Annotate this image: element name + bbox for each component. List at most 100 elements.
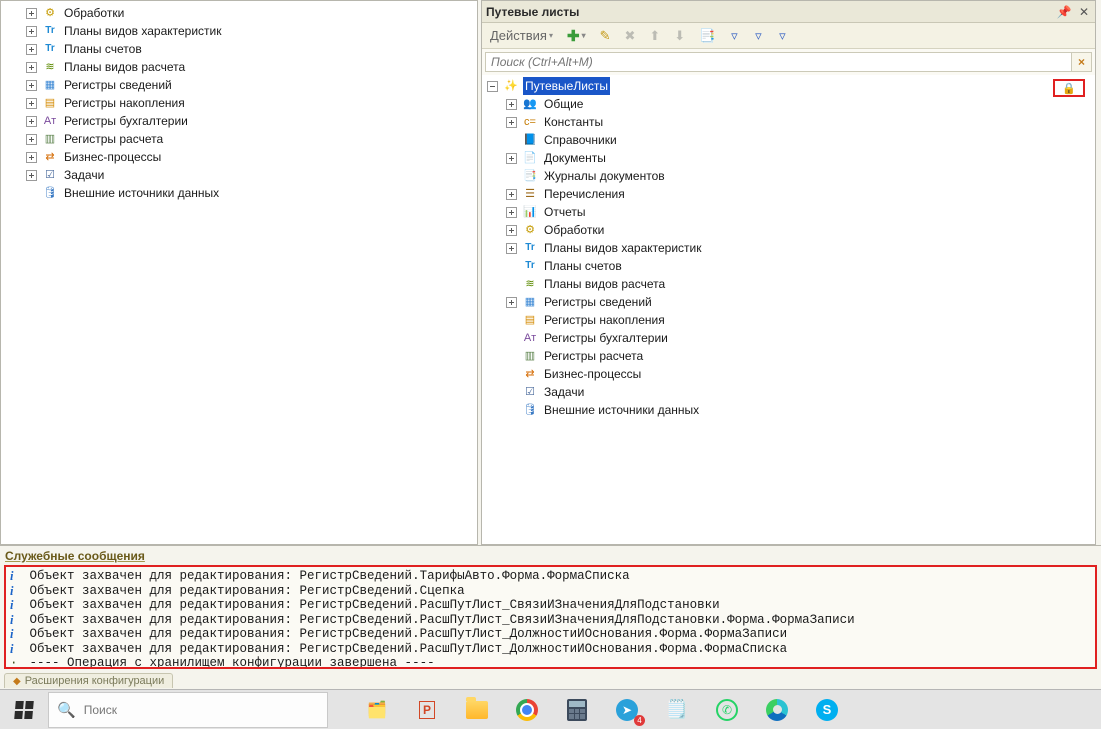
- expand-icon[interactable]: [25, 133, 38, 146]
- delete-button[interactable]: ✖: [620, 26, 639, 46]
- expand-icon[interactable]: [25, 151, 38, 164]
- tree-item[interactable]: ⇄Бизнес-процессы: [4, 148, 477, 166]
- app-powerpoint-icon[interactable]: P: [403, 690, 451, 729]
- taskbar-search[interactable]: 🔍Поиск: [48, 692, 328, 728]
- tree-item[interactable]: ▥Регистры расчета: [484, 347, 1095, 365]
- app-telegram-icon[interactable]: ➤4: [603, 690, 651, 729]
- clear-search-button[interactable]: ×: [1072, 52, 1092, 72]
- tree-item[interactable]: ▦Регистры сведений: [484, 293, 1095, 311]
- expand-icon[interactable]: [505, 224, 518, 237]
- service-message-line: i Объект захвачен для редактирования: Ре…: [10, 598, 1091, 613]
- tree-item[interactable]: ▦Регистры сведений: [4, 76, 477, 94]
- expand-icon[interactable]: [25, 61, 38, 74]
- cc-icon: c=: [522, 114, 538, 130]
- tree-item[interactable]: 👥Общие: [484, 95, 1095, 113]
- sort-button[interactable]: 📑: [695, 26, 719, 46]
- app-chrome-icon[interactable]: [503, 690, 551, 729]
- service-message-line: i Объект захвачен для редактирования: Ре…: [10, 627, 1091, 642]
- move-down-button[interactable]: ⬇: [670, 26, 689, 46]
- tree-item[interactable]: 🛢Внешние источники данных: [4, 184, 477, 202]
- app-whatsapp-icon[interactable]: ✆: [703, 690, 751, 729]
- enum-icon: ☰: [522, 186, 538, 202]
- right-tree: ✨ПутевыеЛисты👥Общиеc=Константы📘Справочни…: [482, 75, 1095, 544]
- tree-root[interactable]: ✨ПутевыеЛисты: [484, 77, 1095, 95]
- app-1c-icon[interactable]: 🗂️: [353, 690, 401, 729]
- tree-item[interactable]: 🛢Внешние источники данных: [484, 401, 1095, 419]
- search-input[interactable]: [485, 52, 1072, 72]
- start-button[interactable]: [0, 690, 48, 729]
- expand-icon[interactable]: [505, 98, 518, 111]
- tree-item[interactable]: ☰Перечисления: [484, 185, 1095, 203]
- filter1-button[interactable]: ▿: [725, 26, 743, 46]
- tree-item-label: Справочники: [542, 131, 619, 149]
- tree-item[interactable]: ☑Задачи: [4, 166, 477, 184]
- panel-title: Путевые листы: [486, 5, 579, 19]
- app-edge-icon[interactable]: [753, 690, 801, 729]
- book-icon: 📘: [522, 132, 538, 148]
- expand-icon[interactable]: [25, 169, 38, 182]
- flow-icon: ⇄: [522, 366, 538, 382]
- edit-button[interactable]: ✎: [596, 26, 615, 46]
- tree-item[interactable]: 📘Справочники: [484, 131, 1095, 149]
- add-button[interactable]: ✚▾: [563, 26, 590, 46]
- tree-item[interactable]: ▤Регистры накопления: [4, 94, 477, 112]
- ar-icon: ≋: [42, 59, 58, 75]
- tree-item[interactable]: TrПланы счетов: [4, 40, 477, 58]
- tree-item[interactable]: ⚙Обработки: [484, 221, 1095, 239]
- pin-icon[interactable]: 📌: [1057, 5, 1071, 19]
- expand-icon[interactable]: [505, 296, 518, 309]
- tree-item[interactable]: ≋Планы видов расчета: [4, 58, 477, 76]
- service-messages-title: Служебные сообщения: [0, 545, 1101, 564]
- app-calculator-icon[interactable]: [553, 690, 601, 729]
- expand-icon[interactable]: [505, 152, 518, 165]
- filter3-button[interactable]: ▿: [773, 26, 791, 46]
- tree-item[interactable]: ⇄Бизнес-процессы: [484, 365, 1095, 383]
- cal-icon: ▦: [522, 294, 538, 310]
- expand-icon[interactable]: [505, 116, 518, 129]
- tree-item[interactable]: c=Константы: [484, 113, 1095, 131]
- expand-icon[interactable]: [25, 7, 38, 20]
- expand-icon[interactable]: [505, 206, 518, 219]
- service-message-line: · ---- Операция с хранилищем конфигураци…: [10, 656, 1091, 669]
- expand-icon[interactable]: [25, 25, 38, 38]
- app-explorer-icon[interactable]: [453, 690, 501, 729]
- tree-item[interactable]: TrПланы видов характеристик: [484, 239, 1095, 257]
- tree-item[interactable]: AтРегистры бухгалтерии: [484, 329, 1095, 347]
- tree-item-label: Регистры сведений: [542, 293, 654, 311]
- tree-item[interactable]: ▤Регистры накопления: [484, 311, 1095, 329]
- expand-icon[interactable]: [505, 242, 518, 255]
- tree-item-label: Общие: [542, 95, 585, 113]
- doc-icon: 📄: [522, 150, 538, 166]
- tree-item[interactable]: TrПланы счетов: [484, 257, 1095, 275]
- move-up-button[interactable]: ⬆: [645, 26, 664, 46]
- expand-icon[interactable]: [505, 188, 518, 201]
- expand-icon[interactable]: [25, 43, 38, 56]
- tree-item[interactable]: 📑Журналы документов: [484, 167, 1095, 185]
- tree-root-label: ПутевыеЛисты: [523, 77, 610, 95]
- tree-item[interactable]: ≋Планы видов расчета: [484, 275, 1095, 293]
- expand-icon[interactable]: [25, 79, 38, 92]
- tree-item[interactable]: ▥Регистры расчета: [4, 130, 477, 148]
- service-message-line: i Объект захвачен для редактирования: Ре…: [10, 642, 1091, 657]
- tree-item[interactable]: ⚙Обработки: [4, 4, 477, 22]
- actions-menu[interactable]: Действия▾: [486, 26, 557, 46]
- app-skype-icon[interactable]: S: [803, 690, 851, 729]
- doc-tab-extensions[interactable]: ◆Расширения конфигурации: [4, 673, 173, 688]
- tree-item-label: Планы счетов: [62, 40, 144, 58]
- expand-icon[interactable]: [486, 80, 499, 93]
- reg-icon: ▤: [522, 312, 538, 328]
- tree-item[interactable]: 📄Документы: [484, 149, 1095, 167]
- filter2-button[interactable]: ▿: [749, 26, 767, 46]
- tab-icon: ◆: [13, 676, 21, 687]
- right-panel-toolbar: Действия▾ ✚▾ ✎ ✖ ⬆ ⬇ 📑 ▿ ▿ ▿: [482, 23, 1095, 49]
- tree-item[interactable]: 📊Отчеты: [484, 203, 1095, 221]
- tree-item[interactable]: ☑Задачи: [484, 383, 1095, 401]
- tree-item-label: Обработки: [62, 4, 126, 22]
- expand-icon[interactable]: [25, 115, 38, 128]
- tree-item-label: Отчеты: [542, 203, 587, 221]
- close-icon[interactable]: ✕: [1077, 5, 1091, 19]
- app-notes-icon[interactable]: 🗒️: [653, 690, 701, 729]
- tree-item[interactable]: TrПланы видов характеристик: [4, 22, 477, 40]
- expand-icon[interactable]: [25, 97, 38, 110]
- tree-item[interactable]: AтРегистры бухгалтерии: [4, 112, 477, 130]
